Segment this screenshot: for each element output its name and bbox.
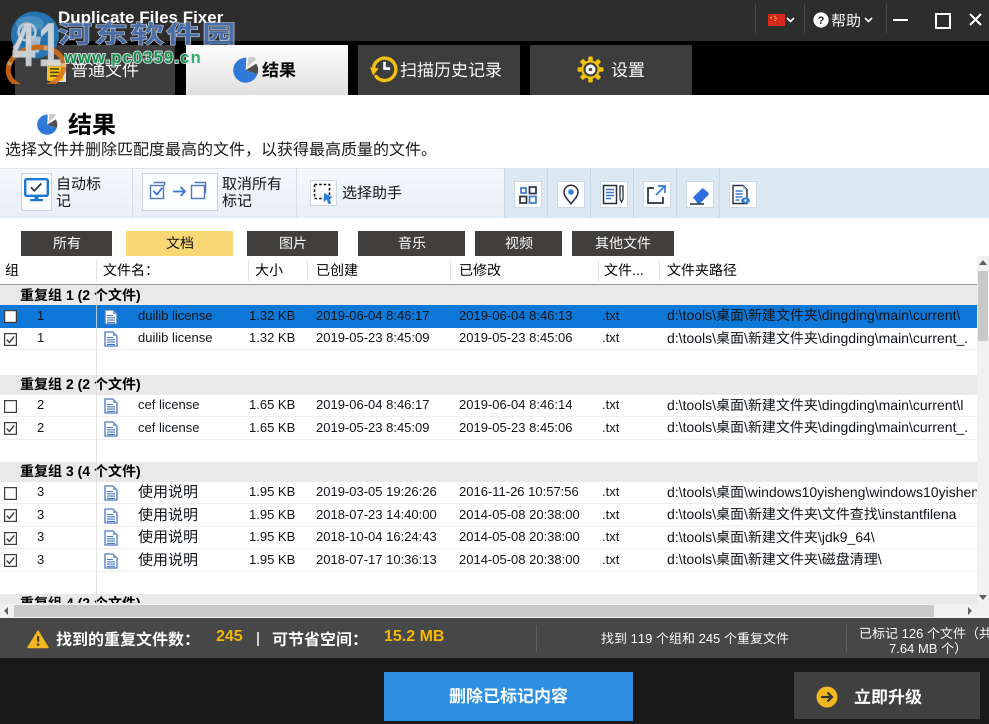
svg-text:?: ?	[818, 15, 825, 27]
svg-text:www.pc0359.cn: www.pc0359.cn	[64, 49, 202, 67]
